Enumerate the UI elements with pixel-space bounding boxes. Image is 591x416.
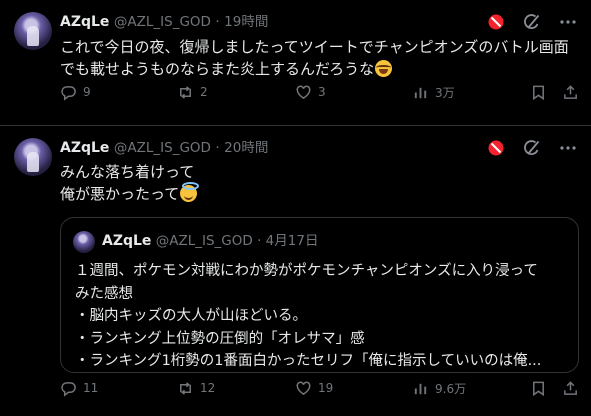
quoted-text: １週間、ポケモン対戦にわか勢がポケモンチャンピオンズに入り浸って みた感想 ・脳… — [75, 260, 541, 373]
separator-dot: · — [215, 14, 220, 30]
avatar[interactable] — [14, 138, 52, 176]
bookmark-button[interactable] — [530, 84, 547, 101]
quoted-line: ・ランキング上位勢の圧倒的「オレサマ」感 — [75, 330, 365, 347]
reply-count: 9 — [83, 85, 91, 99]
share-button[interactable] — [562, 84, 579, 101]
block-icon[interactable] — [487, 13, 505, 31]
tweet-line: 俺が悪かったって — [60, 185, 180, 203]
separator-dot: · — [257, 233, 262, 249]
quoted-handle: @AZL_IS_GOD — [155, 233, 253, 249]
views-icon — [414, 87, 427, 98]
top-actions — [487, 13, 577, 31]
views-button[interactable]: 9.6万 — [412, 380, 466, 397]
tweet-line-with-emoji: 俺が悪かったって — [60, 182, 200, 205]
more-icon[interactable] — [559, 139, 577, 157]
reply-icon — [61, 381, 76, 397]
tweet-line: でも載せようものならまた炎上するんだろうな — [60, 60, 375, 78]
quoted-timestamp: 4月17日 — [265, 233, 319, 249]
repost-count: 2 — [200, 85, 208, 99]
timestamp[interactable]: 19時間 — [224, 14, 268, 30]
reply-count: 11 — [83, 381, 99, 395]
tweet-text: みんな落ち着けって 俺が悪かったって — [60, 161, 200, 205]
bookmark-button[interactable] — [530, 380, 547, 397]
like-count: 3 — [318, 85, 326, 99]
display-name[interactable]: AZqLe — [60, 140, 109, 156]
quoted-line: １週間、ポケモン対戦にわか勢がポケモンチャンピオンズに入り浸って — [75, 263, 538, 279]
views-count: 9.6万 — [435, 381, 467, 396]
grok-icon[interactable] — [523, 139, 541, 157]
bookmark-icon — [533, 85, 544, 100]
share-icon — [564, 84, 577, 99]
tweet-line: みんな落ち着けって — [60, 163, 195, 181]
reply-icon — [61, 85, 76, 101]
halo-smile-emoji — [180, 182, 200, 202]
like-button[interactable]: 3 — [295, 84, 326, 101]
quoted-line: ・脳内キッズの大人が山ほどいる。 — [75, 308, 307, 324]
views-button[interactable]: 3万 — [412, 84, 455, 101]
share-button[interactable] — [562, 380, 579, 397]
like-icon — [296, 85, 311, 99]
tweet-2[interactable]: AZqLe @AZL_IS_GOD · 20時間 みんな落ち着けって 俺が悪かっ… — [0, 126, 591, 416]
tweet-header: AZqLe @AZL_IS_GOD · 19時間 — [60, 13, 268, 31]
block-icon[interactable] — [487, 139, 505, 157]
tweet-1[interactable]: AZqLe @AZL_IS_GOD · 19時間 これで今日の夜、復帰しましたっ… — [0, 0, 591, 125]
repost-count: 12 — [200, 381, 216, 395]
quoted-display-name: AZqLe — [102, 233, 152, 249]
tweet-header: AZqLe @AZL_IS_GOD · 20時間 — [60, 139, 268, 157]
repost-icon — [180, 381, 191, 395]
share-icon — [564, 380, 577, 395]
views-count: 3万 — [435, 85, 455, 100]
reply-button[interactable]: 11 — [60, 380, 98, 397]
quoted-line: ・ランキング1桁勢の1番面白かったセリフ「俺に指示していいのは俺... — [75, 353, 542, 369]
repost-button[interactable]: 2 — [177, 84, 208, 101]
user-handle[interactable]: @AZL_IS_GOD — [114, 14, 211, 30]
avatar[interactable] — [14, 12, 52, 50]
display-name[interactable]: AZqLe — [60, 14, 109, 30]
like-count: 19 — [318, 381, 334, 395]
repost-icon — [180, 85, 191, 99]
bookmark-icon — [533, 381, 544, 396]
more-icon[interactable] — [559, 13, 577, 31]
tweet-line: これで今日の夜、復帰しましたってツイートでチャンピオンズのバトル画面 — [60, 38, 569, 56]
quoted-header: AZqLe @AZL_IS_GOD · 4月17日 — [102, 232, 318, 250]
like-icon — [296, 381, 311, 395]
user-handle[interactable]: @AZL_IS_GOD — [114, 140, 211, 156]
grok-icon[interactable] — [523, 13, 541, 31]
quoted-line: みた感想 — [75, 285, 133, 302]
views-icon — [414, 383, 427, 394]
quoted-avatar — [73, 231, 95, 253]
top-actions — [487, 139, 577, 157]
separator-dot: · — [215, 140, 220, 156]
like-button[interactable]: 19 — [295, 380, 333, 397]
tweet-text: これで今日の夜、復帰しましたってツイートでチャンピオンズのバトル画面 でも載せよ… — [60, 36, 569, 80]
tweet-line-with-emoji: でも載せようものならまた炎上するんだろうな — [60, 58, 569, 80]
laughing-tears-emoji — [375, 60, 393, 77]
repost-button[interactable]: 12 — [177, 380, 215, 397]
timestamp[interactable]: 20時間 — [224, 140, 268, 156]
quoted-tweet[interactable]: AZqLe @AZL_IS_GOD · 4月17日 １週間、ポケモン対戦にわか勢… — [60, 217, 579, 373]
reply-button[interactable]: 9 — [60, 84, 91, 101]
